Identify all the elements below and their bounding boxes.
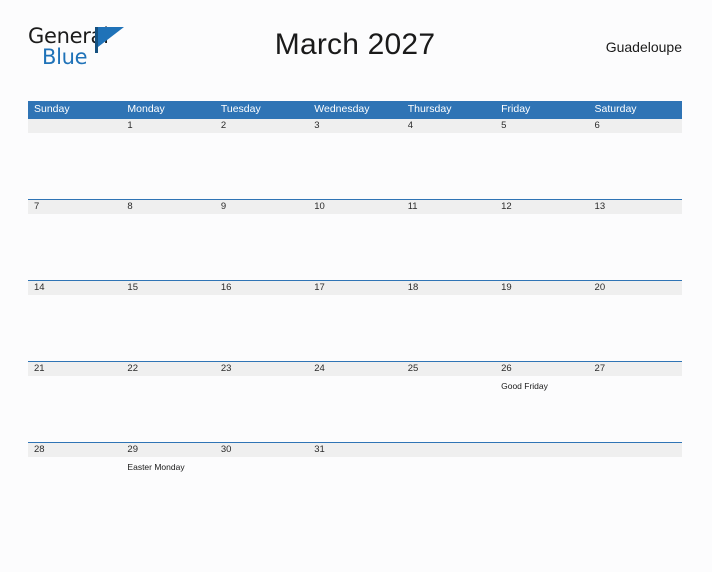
day-number: 10: [314, 201, 325, 212]
weekday-header-friday: Friday: [501, 103, 531, 115]
day-number: 3: [314, 120, 320, 131]
day-number: 14: [34, 282, 45, 293]
day-cell[interactable]: 5: [495, 119, 588, 199]
day-number: 18: [407, 282, 419, 293]
day-event-label: Easter Monday: [127, 462, 185, 472]
day-number: 27: [594, 363, 606, 374]
day-cell[interactable]: 27: [589, 362, 682, 442]
day-number: 12: [501, 201, 512, 212]
day-number: 21: [34, 363, 45, 374]
day-number: 22: [127, 363, 138, 374]
day-number: 15: [127, 282, 138, 293]
day-cell[interactable]: 15: [121, 281, 214, 361]
day-cell[interactable]: 13: [589, 200, 682, 280]
day-cell[interactable]: 30: [215, 443, 308, 523]
day-number: 16: [220, 282, 232, 293]
page-title: March 2027: [274, 28, 436, 61]
week-row: 21 22 23 24 25 26 Good Friday 27: [28, 361, 682, 442]
day-cell[interactable]: 2: [215, 119, 308, 199]
day-cell[interactable]: 19: [495, 281, 588, 361]
day-cell[interactable]: 14: [28, 281, 121, 361]
day-cell[interactable]: 8: [121, 200, 214, 280]
day-cell[interactable]: 12: [495, 200, 588, 280]
day-cell[interactable]: 17: [308, 281, 401, 361]
week-row: 28 29 Easter Monday 30 31: [28, 442, 682, 523]
day-number: 31: [314, 444, 325, 455]
day-cell[interactable]: 16: [215, 281, 308, 361]
day-cell[interactable]: [28, 119, 121, 199]
day-number: 7: [34, 201, 40, 212]
day-number: 30: [220, 444, 232, 455]
day-number: 13: [594, 201, 606, 212]
day-cell[interactable]: [402, 443, 495, 523]
weekday-header-monday: Monday: [127, 103, 165, 115]
day-number: 8: [127, 201, 133, 212]
weekday-header-sunday: Sunday: [34, 103, 70, 115]
day-number: 4: [407, 120, 413, 131]
day-number: 5: [501, 120, 507, 131]
day-number: 23: [220, 363, 232, 374]
day-number: 6: [594, 120, 600, 131]
day-cell[interactable]: 18: [402, 281, 495, 361]
day-cell[interactable]: 6: [589, 119, 682, 199]
day-cell[interactable]: 24: [308, 362, 401, 442]
locale-label: Guadeloupe: [605, 39, 682, 55]
day-cell[interactable]: 3: [308, 119, 401, 199]
calendar-page: General Blue March 2027 Guadeloupe Sunda…: [0, 22, 712, 572]
day-cell[interactable]: 28: [28, 443, 121, 523]
day-number: 17: [314, 282, 325, 293]
day-cell[interactable]: 9: [215, 200, 308, 280]
day-number: 28: [34, 444, 45, 455]
day-cell[interactable]: [495, 443, 588, 523]
weekday-header-tuesday: Tuesday: [220, 103, 261, 115]
day-cell[interactable]: 23: [215, 362, 308, 442]
day-cell[interactable]: 10: [308, 200, 401, 280]
day-cell[interactable]: 4: [402, 119, 495, 199]
day-number: 26: [501, 363, 512, 374]
day-number: 9: [220, 201, 227, 212]
day-cell[interactable]: 22: [121, 362, 214, 442]
day-number: 29: [127, 444, 138, 455]
day-number: 11: [407, 201, 418, 212]
week-row: 7 8 9 10 11 12 13: [28, 199, 682, 280]
day-cell[interactable]: 31: [308, 443, 401, 523]
weekday-header-thursday: Thursday: [407, 103, 452, 115]
day-cell[interactable]: 1: [121, 119, 214, 199]
day-cell[interactable]: 26 Good Friday: [495, 362, 588, 442]
page-header: General Blue March 2027 Guadeloupe: [28, 22, 682, 76]
day-number: 1: [127, 120, 133, 131]
day-cell[interactable]: [589, 443, 682, 523]
day-cell[interactable]: 21: [28, 362, 121, 442]
day-number: 19: [501, 282, 512, 293]
day-number: 2: [220, 120, 227, 131]
week-row: 14 15 16 17 18 19 20: [28, 280, 682, 361]
day-cell[interactable]: 20: [589, 281, 682, 361]
day-number: 25: [407, 363, 419, 374]
calendar-grid: Sunday Monday Tuesday Wednesday Thursday…: [28, 101, 682, 523]
day-number: 24: [314, 363, 325, 374]
week-row: 1 2 3 4 5 6: [28, 118, 682, 199]
weekday-header-row: Sunday Monday Tuesday Wednesday Thursday…: [28, 101, 682, 118]
day-number: 20: [594, 282, 606, 293]
weekday-header-saturday: Saturday: [594, 103, 637, 115]
day-cell[interactable]: 7: [28, 200, 121, 280]
day-cell[interactable]: 29 Easter Monday: [121, 443, 214, 523]
weekday-header-wednesday: Wednesday: [314, 103, 370, 115]
day-cell[interactable]: 25: [402, 362, 495, 442]
day-cell[interactable]: 11: [402, 200, 495, 280]
day-event-label: Good Friday: [501, 381, 548, 391]
